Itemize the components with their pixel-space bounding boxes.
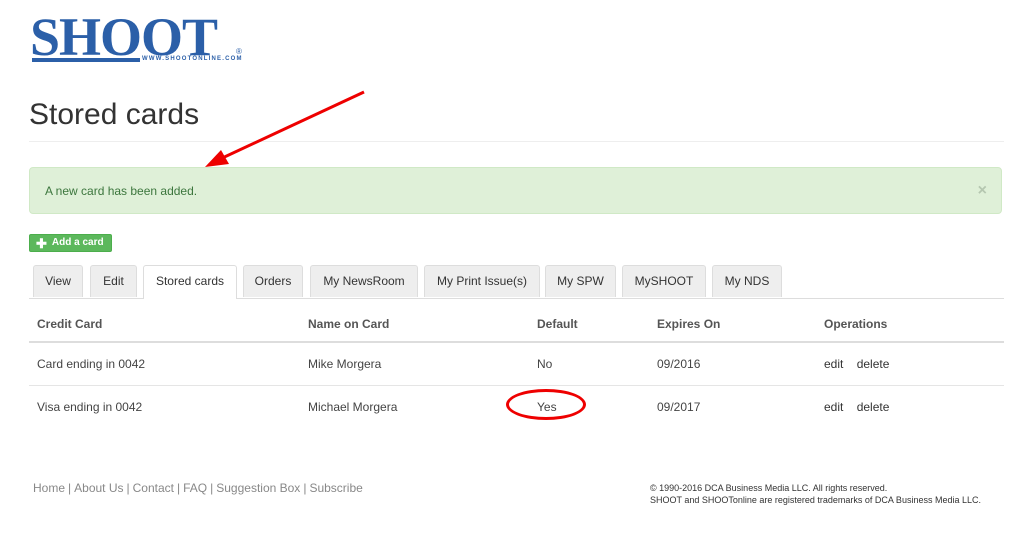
close-icon[interactable]: × (978, 182, 987, 200)
copyright-notice: © 1990-2016 DCA Business Media LLC. All … (650, 482, 981, 506)
column-header-expires-on: Expires On (649, 306, 816, 343)
page-title: Stored cards (29, 98, 200, 131)
tab-edit[interactable]: Edit (90, 265, 137, 297)
title-divider (29, 141, 1004, 142)
tab-my-newsroom[interactable]: My NewsRoom (310, 265, 418, 297)
footer-separator: | (68, 481, 72, 495)
edit-card-link[interactable]: edit (824, 357, 843, 371)
tab-stored-cards[interactable]: Stored cards (143, 265, 237, 299)
tab-view[interactable]: View (33, 265, 83, 297)
card-holder-name: Michael Morgera (308, 400, 398, 414)
table-row: Card ending in 0042 Mike Morgera No 09/2… (29, 342, 1004, 386)
trademark-line: SHOOT and SHOOTonline are registered tra… (650, 495, 981, 505)
footer-link-about-us[interactable]: About Us (74, 481, 123, 495)
footer-link-faq[interactable]: FAQ (183, 481, 207, 495)
delete-card-link[interactable]: delete (857, 357, 890, 371)
footer-link-contact[interactable]: Contact (133, 481, 174, 495)
table-header-row: Credit Card Name on Card Default Expires… (29, 306, 1004, 343)
copyright-line: © 1990-2016 DCA Business Media LLC. All … (650, 483, 888, 493)
default-yes-highlight: Yes (506, 389, 586, 420)
column-header-credit-card: Credit Card (29, 306, 300, 343)
card-operations: edit delete (816, 342, 1004, 386)
card-expiry: 09/2016 (649, 342, 816, 386)
column-header-name-on-card: Name on Card (300, 306, 529, 343)
logo-url: WWW.SHOOTONLINE.COM (142, 56, 243, 62)
card-default-flag: No (529, 342, 649, 386)
add-card-button[interactable]: ✚ Add a card (29, 234, 112, 252)
logo-registered-mark: ® (236, 47, 242, 56)
footer-separator: | (126, 481, 130, 495)
card-label: Card ending in 0042 (29, 342, 300, 386)
column-header-operations: Operations (816, 306, 1004, 343)
edit-card-link[interactable]: edit (824, 400, 843, 414)
footer-separator: | (303, 481, 307, 495)
account-tabs: View Edit Stored cards Orders My NewsRoo… (29, 265, 1004, 299)
add-card-label: Add a card (51, 237, 104, 248)
table-row: Visa ending in 0042 Michael Morgera Yes … (29, 386, 1004, 429)
tab-my-spw[interactable]: My SPW (545, 265, 616, 297)
card-default-flag: Yes (506, 386, 649, 429)
tab-my-nds[interactable]: My NDS (712, 265, 782, 297)
footer-nav: Home | About Us | Contact | FAQ | Suggestion Box… (33, 481, 363, 495)
footer-separator: | (210, 481, 214, 495)
logo-bar (32, 58, 140, 62)
shoot-logo[interactable]: SHOOT WWW.SHOOTONLINE.COM ® (30, 10, 243, 64)
card-expiry: 09/2017 (657, 400, 701, 414)
footer-link-home[interactable]: Home (33, 481, 65, 495)
annotation-circle (506, 389, 586, 420)
arrow-head (205, 150, 229, 167)
tab-my-print-issues[interactable]: My Print Issue(s) (424, 265, 540, 297)
card-operations: edit delete (816, 386, 1004, 429)
card-holder-name: Mike Morgera (300, 342, 529, 386)
footer-link-subscribe[interactable]: Subscribe (309, 481, 362, 495)
stored-cards-table: Credit Card Name on Card Default Expires… (29, 306, 1004, 428)
arrow-shaft (217, 90, 365, 162)
delete-card-link[interactable]: delete (857, 400, 890, 414)
alert-message: A new card has been added. (45, 184, 198, 198)
plus-icon: ✚ (36, 235, 47, 251)
footer-link-suggestion-box[interactable]: Suggestion Box (216, 481, 300, 495)
tab-orders[interactable]: Orders (243, 265, 303, 297)
column-header-default: Default (529, 306, 649, 343)
card-label: Visa ending in 0042 (37, 400, 143, 414)
footer-separator: | (176, 481, 181, 495)
status-alert: A new card has been added. × (29, 167, 1002, 214)
tab-myshoot[interactable]: MySHOOT (622, 265, 706, 297)
